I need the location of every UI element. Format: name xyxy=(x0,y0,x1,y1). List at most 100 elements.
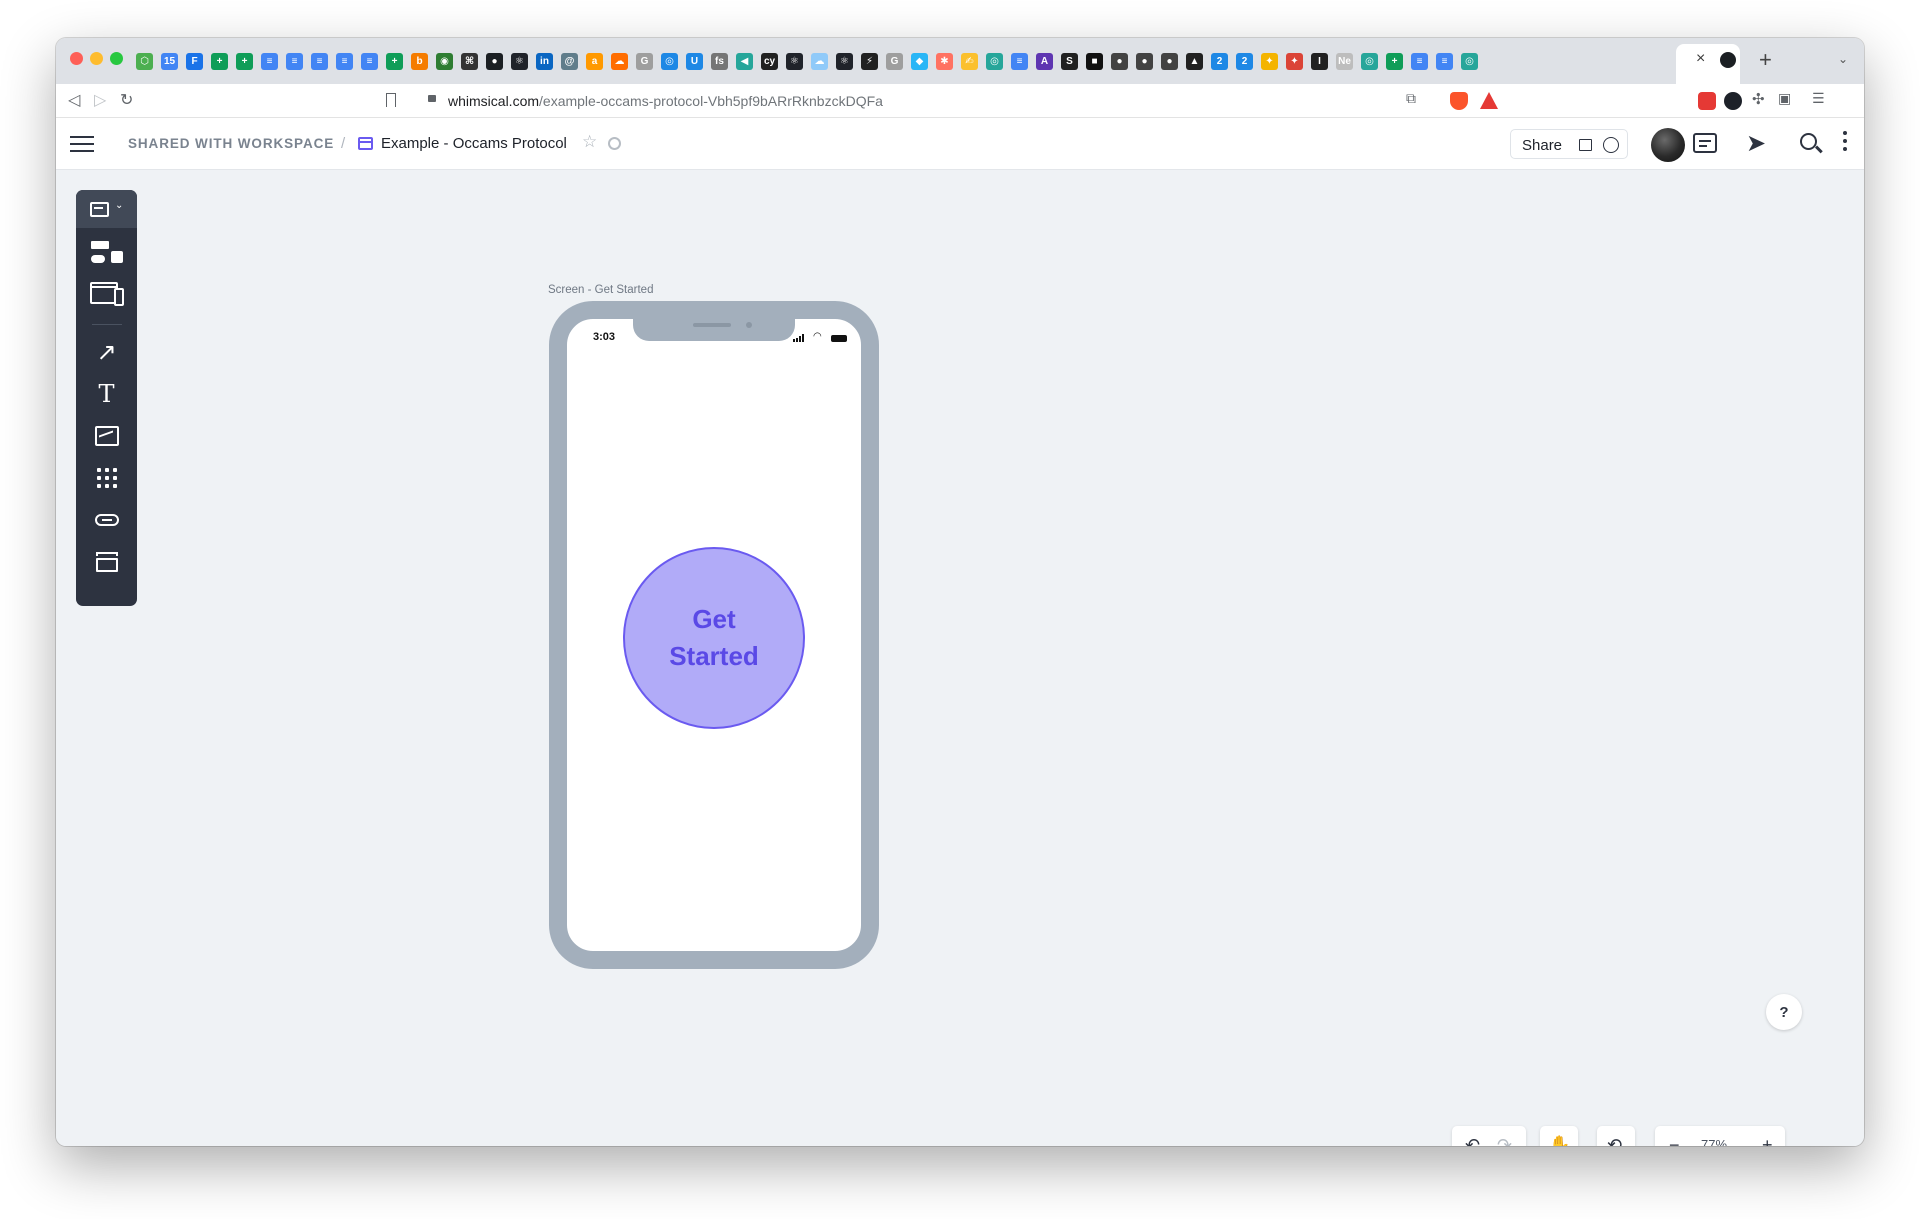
extensions-puzzle-icon[interactable]: ✣ xyxy=(1752,90,1765,108)
document-title[interactable]: Example - Occams Protocol xyxy=(381,135,567,152)
hand-icon[interactable]: ✍ xyxy=(961,52,978,70)
link-tool[interactable] xyxy=(76,500,137,540)
whimsical-extension-icon[interactable] xyxy=(1724,92,1742,110)
at-icon[interactable]: @ xyxy=(561,52,578,70)
lock-icon[interactable] xyxy=(428,95,436,102)
board-canvas[interactable]: ⌄ ↗ T Screen - Get Started 3:03 ◠ Get St… xyxy=(56,171,1864,1146)
unsplash-icon[interactable]: ■ xyxy=(1086,52,1103,70)
docs-icon[interactable]: ≡ xyxy=(311,52,328,70)
2-icon[interactable]: 2 xyxy=(1236,52,1253,70)
frame-tool[interactable] xyxy=(76,542,137,582)
brave-rewards-icon[interactable] xyxy=(1480,92,1498,109)
maximize-window-button[interactable] xyxy=(110,52,123,65)
redo-button[interactable]: ↷ xyxy=(1497,1135,1512,1146)
zoom-out-button[interactable]: − xyxy=(1669,1135,1680,1146)
eye-icon[interactable]: ◉ xyxy=(436,52,453,70)
b-icon[interactable]: b xyxy=(411,52,428,70)
globe-icon[interactable]: ◎ xyxy=(986,52,1003,70)
square-icon[interactable]: ⬡ xyxy=(136,52,153,70)
sheets-icon[interactable]: + xyxy=(1386,52,1403,70)
ui-elements-tool[interactable] xyxy=(76,234,137,274)
o-icon[interactable]: ◎ xyxy=(661,52,678,70)
sheets-icon[interactable]: + xyxy=(236,52,253,70)
cy-icon[interactable]: cy xyxy=(761,52,778,70)
globe-icon[interactable]: ● xyxy=(1136,52,1153,70)
search-icon[interactable] xyxy=(1798,131,1824,157)
open-in-app-icon[interactable]: ⧉ xyxy=(1406,90,1416,107)
close-window-button[interactable] xyxy=(70,52,83,65)
sheets-icon[interactable]: + xyxy=(211,52,228,70)
undo-button[interactable]: ↶ xyxy=(1465,1135,1480,1146)
figma-icon[interactable]: ✱ xyxy=(936,52,953,70)
avatar[interactable] xyxy=(1651,128,1685,162)
minimize-window-button[interactable] xyxy=(90,52,103,65)
todoist-extension-icon[interactable] xyxy=(1698,92,1716,110)
help-button[interactable]: ? xyxy=(1766,994,1802,1030)
pinwheel-icon[interactable]: ✦ xyxy=(1261,52,1278,70)
menu-icon[interactable]: ☰ xyxy=(1812,90,1825,107)
calendar-icon[interactable]: 15 xyxy=(161,52,178,70)
bolt-icon[interactable]: ⚡ xyxy=(861,52,878,70)
linkedin-icon[interactable]: in xyxy=(536,52,553,70)
github-icon[interactable]: ● xyxy=(486,52,503,70)
u-icon[interactable]: U xyxy=(686,52,703,70)
fs-icon[interactable]: fs xyxy=(711,52,728,70)
version-history-icon[interactable]: ⟲ xyxy=(1607,1135,1622,1146)
2-icon[interactable]: 2 xyxy=(1211,52,1228,70)
s-icon[interactable]: S xyxy=(1061,52,1078,70)
info-icon[interactable]: I xyxy=(1311,52,1328,70)
text-tool[interactable]: T xyxy=(76,374,137,414)
docs-icon[interactable]: ≡ xyxy=(1411,52,1428,70)
sidebar-toggle-icon[interactable] xyxy=(70,136,94,152)
board-type-dropdown[interactable]: ⌄ xyxy=(76,190,137,228)
cloud-icon[interactable]: ☁ xyxy=(611,52,628,70)
react-icon[interactable]: ⚛ xyxy=(511,52,528,70)
google-icon[interactable]: G xyxy=(886,52,903,70)
arrow-tool[interactable]: ↗ xyxy=(76,332,137,372)
device-frame-tool[interactable] xyxy=(76,274,137,314)
docs-icon[interactable]: ≡ xyxy=(286,52,303,70)
docs-icon[interactable]: ≡ xyxy=(261,52,278,70)
drive-icon[interactable]: ▲ xyxy=(1186,52,1203,70)
a-icon[interactable]: A xyxy=(1036,52,1053,70)
phone-frame[interactable]: 3:03 ◠ Get Started xyxy=(549,301,879,969)
icons-tool[interactable] xyxy=(76,458,137,498)
forward-button[interactable]: ▷ xyxy=(94,90,106,110)
zoom-in-button[interactable]: + xyxy=(1762,1135,1773,1146)
docs-icon[interactable]: ≡ xyxy=(336,52,353,70)
zoom-level[interactable]: 77% xyxy=(1701,1137,1727,1146)
globe-icon[interactable]: ● xyxy=(1161,52,1178,70)
docs-icon[interactable]: ≡ xyxy=(1011,52,1028,70)
docs-icon[interactable]: ≡ xyxy=(361,52,378,70)
sheets-icon[interactable]: + xyxy=(386,52,403,70)
comment-icon[interactable] xyxy=(1693,133,1717,153)
wallet-icon[interactable]: ▣ xyxy=(1778,90,1791,107)
new-tab-icon[interactable]: Ne xyxy=(1336,52,1353,70)
amazon-icon[interactable]: a xyxy=(586,52,603,70)
command-icon[interactable]: ⌘ xyxy=(461,52,478,70)
bookmark-icon[interactable] xyxy=(386,93,396,107)
tab-search-chevron-icon[interactable]: ⌄ xyxy=(1838,52,1848,66)
image-tool[interactable] xyxy=(76,416,137,456)
more-options-icon[interactable] xyxy=(1842,131,1848,157)
share-button[interactable]: Share xyxy=(1510,129,1628,159)
globe-icon[interactable]: ◎ xyxy=(1361,52,1378,70)
screen-frame-label[interactable]: Screen - Get Started xyxy=(548,284,653,296)
globe-icon[interactable]: ◎ xyxy=(1461,52,1478,70)
close-tab-icon[interactable]: × xyxy=(1696,50,1705,68)
cloud-icon[interactable]: ☁ xyxy=(811,52,828,70)
new-tab-button[interactable]: + xyxy=(1759,47,1772,73)
hand-tool-icon[interactable]: ✋ xyxy=(1549,1135,1570,1146)
breadcrumb-workspace[interactable]: SHARED WITH WORKSPACE xyxy=(128,136,334,151)
docs-icon[interactable]: ≡ xyxy=(1436,52,1453,70)
send-icon[interactable]: ➤ xyxy=(1746,131,1772,157)
send-icon[interactable]: ◀ xyxy=(736,52,753,70)
back-button[interactable]: ◁ xyxy=(68,90,80,110)
star-icon[interactable]: ☆ xyxy=(582,132,597,152)
f-icon[interactable]: F xyxy=(186,52,203,70)
google-icon[interactable]: G xyxy=(636,52,653,70)
pinwheel-icon[interactable]: ✦ xyxy=(1286,52,1303,70)
get-started-button[interactable]: Get Started xyxy=(623,547,805,729)
address-bar[interactable]: whimsical.com/example-occams-protocol-Vb… xyxy=(448,93,883,109)
cube-icon[interactable]: ◆ xyxy=(911,52,928,70)
